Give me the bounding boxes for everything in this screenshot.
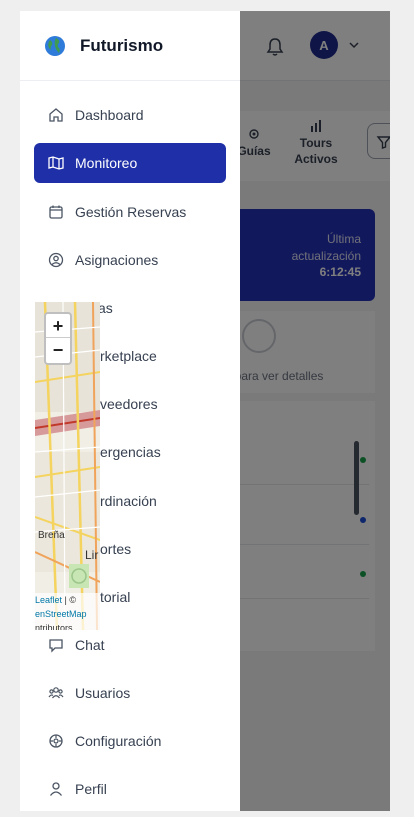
users-icon: [48, 687, 64, 699]
sidebar-item-label: Perfil: [75, 781, 107, 797]
map-label-brena: Breña: [38, 530, 65, 541]
sidebar-item-label: Chat: [75, 637, 105, 653]
sidebar-item-monitoreo[interactable]: Monitoreo: [34, 143, 226, 183]
sidebar-item-label: torial: [100, 589, 131, 605]
zoom-out-button[interactable]: −: [46, 338, 70, 362]
leaflet-link[interactable]: Leaflet: [35, 595, 62, 605]
map-attribution: Leaflet | © enStreetMap ntributors: [35, 593, 100, 630]
sidebar-item-label: rdinación: [100, 493, 157, 509]
sidebar-item-gestion-reservas[interactable]: Gestión Reservas: [34, 192, 226, 232]
sidebar-drawer: Futurismo Dashboard Monitoreo Gestión Re…: [20, 11, 240, 811]
user-icon: [49, 782, 63, 796]
brand-header: Futurismo: [20, 11, 240, 81]
globe-icon: [45, 36, 65, 56]
zoom-control: + −: [44, 312, 72, 365]
chat-icon: [49, 639, 63, 653]
sidebar-item-perfil[interactable]: Perfil: [34, 769, 226, 809]
app-viewport: A Guías Tours Activos Últim: [20, 11, 390, 811]
sidebar-item-label: Configuración: [75, 733, 162, 749]
sidebar-item-label: rketplace: [100, 348, 157, 364]
sidebar-item-label: ergencias: [100, 444, 161, 460]
sidebar-item-usuarios[interactable]: Usuarios: [34, 673, 226, 713]
sidebar-item-label: Dashboard: [75, 107, 144, 123]
map-icon: [48, 156, 64, 170]
osm-link[interactable]: enStreetMap: [35, 609, 87, 619]
attribution-separator: | ©: [62, 595, 77, 605]
attribution-contributors: ntributors: [35, 623, 73, 630]
zoom-in-button[interactable]: +: [46, 314, 70, 338]
sidebar-item-chat[interactable]: Chat: [34, 625, 226, 665]
sidebar-item-label: ortes: [100, 541, 132, 557]
calendar-icon: [49, 205, 63, 219]
sidebar-item-label: Asignaciones: [75, 252, 159, 268]
leaflet-map[interactable]: + − Breña Lir Leaflet | © enStreetMap nt…: [35, 302, 100, 630]
sidebar-item-asignaciones[interactable]: Asignaciones: [34, 240, 226, 280]
brand-name: Futurismo: [80, 36, 164, 55]
sidebar-item-label: Monitoreo: [75, 155, 138, 171]
user-circle-icon: [48, 252, 64, 268]
sidebar-item-configuracion[interactable]: Configuración: [34, 721, 226, 761]
settings-icon: [49, 734, 63, 748]
sidebar-item-label: veedores: [100, 396, 158, 412]
sidebar-item-dashboard[interactable]: Dashboard: [34, 95, 226, 135]
sidebar-item-label: Gestión Reservas: [75, 204, 187, 220]
sidebar-item-label: Usuarios: [75, 685, 131, 701]
sidebar-item-label: as: [98, 300, 113, 316]
home-icon: [49, 108, 63, 122]
map-label-lima: Lir: [85, 548, 99, 562]
